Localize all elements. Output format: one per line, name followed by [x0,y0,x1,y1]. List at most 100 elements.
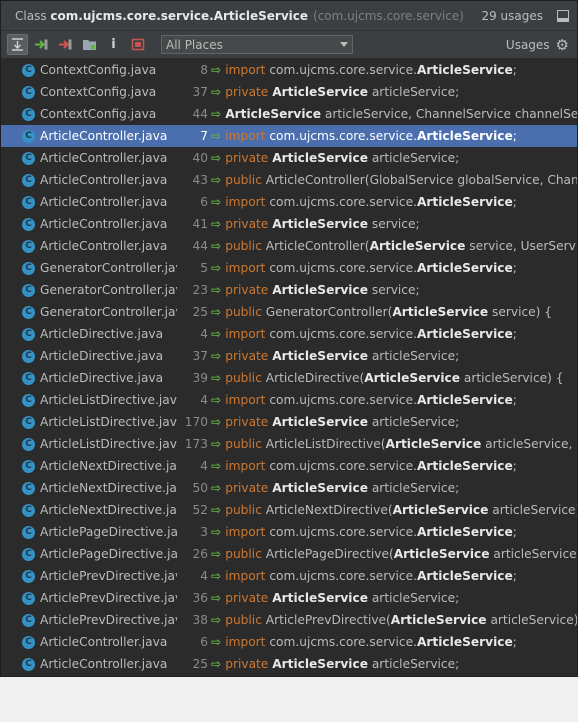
code-keyword: import [225,129,266,143]
usage-row[interactable]: C ArticleListDirective.java 4 ⇨ import com.u… [1,389,577,411]
group-by-directory-button[interactable] [79,34,100,55]
usage-row[interactable]: C ContextConfig.java 8 ⇨ import com.ujcms.co… [1,59,577,81]
usage-row[interactable]: C ArticleNextDirective.java 52 ⇨ public Arti… [1,499,577,521]
usage-row[interactable]: C ArticleListDirective.java 173 ⇨ public Art… [1,433,577,455]
usage-row[interactable]: C ArticleController.java 6 ⇨ import com.ujcm… [1,631,577,653]
usage-code-snippet: ArticleService articleService, ChannelSe… [225,107,577,121]
usage-arrow-icon: ⇨ [211,283,222,297]
class-icon: C [22,85,35,99]
usage-file-name: ArticleNextDirective.java [40,503,177,517]
usage-file-name: ArticlePageDirective.java [40,547,177,561]
usage-code-snippet: import com.ujcms.core.service.ArticleSer… [225,525,577,539]
show-write-access-button[interactable] [55,34,76,55]
show-read-access-button[interactable] [31,34,52,55]
usage-file-name: ArticleListDirective.java [40,415,177,429]
show-info-button[interactable]: i [103,34,124,55]
code-text: GeneratorController( [261,305,393,319]
code-keyword: public [225,547,262,561]
code-rest: ; [512,569,517,583]
usage-code-snippet: import com.ujcms.core.service.ArticleSer… [225,569,577,583]
usage-code-snippet: public ArticlePrevDirective(ArticleServi… [225,613,577,627]
chevron-down-icon [340,42,348,47]
code-keyword: private [225,85,269,99]
usage-row[interactable]: C ContextConfig.java 37 ⇨ private ArticleSer… [1,81,577,103]
class-icon: C [22,261,35,275]
usage-line-number: 4 [200,459,208,473]
code-match: ArticleService [272,151,368,165]
usage-code-snippet: import com.ujcms.core.service.ArticleSer… [225,635,577,649]
usage-code-snippet: private ArticleService articleService; [225,657,577,671]
usage-code-snippet: public ArticleController(GlobalService g… [225,173,577,187]
code-keyword: private [225,415,269,429]
class-icon: C [22,349,35,363]
usage-row[interactable]: C GeneratorController.java 25 ⇨ public Gener… [1,301,577,323]
usage-row[interactable]: C GeneratorController.java 23 ⇨ private Arti… [1,279,577,301]
popup-toolbar: i All Places Usages ⚙ [1,31,577,59]
usage-row[interactable]: C ArticleNextDirective.java 4 ⇨ import com.u… [1,455,577,477]
usage-line-number: 4 [200,327,208,341]
code-match: ArticleService [392,305,489,319]
usage-file-name: ArticleNextDirective.java [40,459,177,473]
usage-row[interactable]: C ArticlePrevDirective.java 36 ⇨ private Art… [1,587,577,609]
code-keyword: public [225,371,262,385]
usage-row[interactable]: C ArticlePrevDirective.java 38 ⇨ public Arti… [1,609,577,631]
code-text: ArticlePrevDirective( [261,613,391,627]
code-match: ArticleService [364,371,460,385]
usage-code-snippet: public ArticleNextDirective(ArticleServi… [225,503,577,517]
code-text: ArticlePageDirective( [261,547,394,561]
code-match: ArticleService [225,107,321,121]
usage-row[interactable]: C ArticleController.java 6 ⇨ import com.ujcm… [1,191,577,213]
usage-row[interactable]: C ContextConfig.java 44 ⇨ ArticleService art… [1,103,577,125]
code-keyword: public [225,173,262,187]
write-access-icon [59,39,72,50]
code-match: ArticleService [416,635,513,649]
usage-row[interactable]: C ArticleDirective.java 4 ⇨ import com.ujcms… [1,323,577,345]
usage-row[interactable]: C ArticleController.java 41 ⇨ private Articl… [1,213,577,235]
usage-line-number: 8 [200,63,208,77]
usage-row[interactable]: C ArticleController.java 40 ⇨ private Articl… [1,147,577,169]
scope-dropdown[interactable]: All Places [161,35,353,54]
usage-row[interactable]: C ArticleController.java 43 ⇨ public Article… [1,169,577,191]
code-rest: articleService; [367,85,460,99]
usage-row[interactable]: C ArticleListDirective.java 170 ⇨ private Ar… [1,411,577,433]
class-icon: C [22,283,35,297]
code-keyword: public [225,503,262,517]
code-text: com.ujcms.core.service. [265,327,417,341]
code-rest: articleService; [367,481,460,495]
usage-row[interactable]: C ArticlePrevDirective.java 4 ⇨ import com.u… [1,565,577,587]
code-rest: ; [512,261,517,275]
usage-row[interactable]: C ArticleDirective.java 37 ⇨ private Article… [1,345,577,367]
gear-icon[interactable]: ⚙ [556,36,569,54]
code-match: ArticleService [416,569,513,583]
class-icon: C [22,393,35,407]
usage-row[interactable]: C ArticleController.java 7 ⇨ import com.ujcm… [1,125,577,147]
pin-window-icon[interactable] [557,9,569,22]
usage-row[interactable]: C ArticleController.java 44 ⇨ public Article… [1,235,577,257]
usage-file-name: ArticlePrevDirective.java [40,569,177,583]
usage-row[interactable]: C ArticleNextDirective.java 50 ⇨ private Art… [1,477,577,499]
usage-row[interactable]: C ArticlePageDirective.java 3⇨import com.u… [1,521,577,543]
usage-row[interactable]: C ArticlePageDirective.java 26⇨public Arti… [1,543,577,565]
code-rest: articleService; [367,151,460,165]
filter-button[interactable] [127,34,148,55]
code-text: com.ujcms.core.service. [265,261,417,275]
usage-row[interactable]: C ArticleDirective.java 39 ⇨ public ArticleD… [1,367,577,389]
code-text: ArticleController(GlobalService globalSe… [261,173,577,187]
class-icon: C [22,481,35,495]
usage-file-name: ContextConfig.java [40,63,157,77]
code-keyword: import [225,635,266,649]
usage-arrow-icon: ⇨ [211,327,222,341]
usage-row[interactable]: C ArticleController.java 25 ⇨ private Articl… [1,653,577,675]
usage-line-number: 5 [200,261,208,275]
code-rest: articleService; [367,591,460,605]
info-icon: i [111,37,116,52]
code-keyword: import [225,569,266,583]
usages-count: 29 usages [481,8,543,23]
merge-usages-button[interactable] [7,34,28,55]
usages-settings[interactable]: Usages ⚙ [506,36,569,54]
usage-arrow-icon: ⇨ [211,261,222,275]
usage-code-snippet: public ArticleDirective(ArticleService a… [225,371,577,385]
code-rest: ; [512,459,517,473]
merge-icon [12,38,23,51]
usage-row[interactable]: C GeneratorController.java 5 ⇨ import com.uj… [1,257,577,279]
